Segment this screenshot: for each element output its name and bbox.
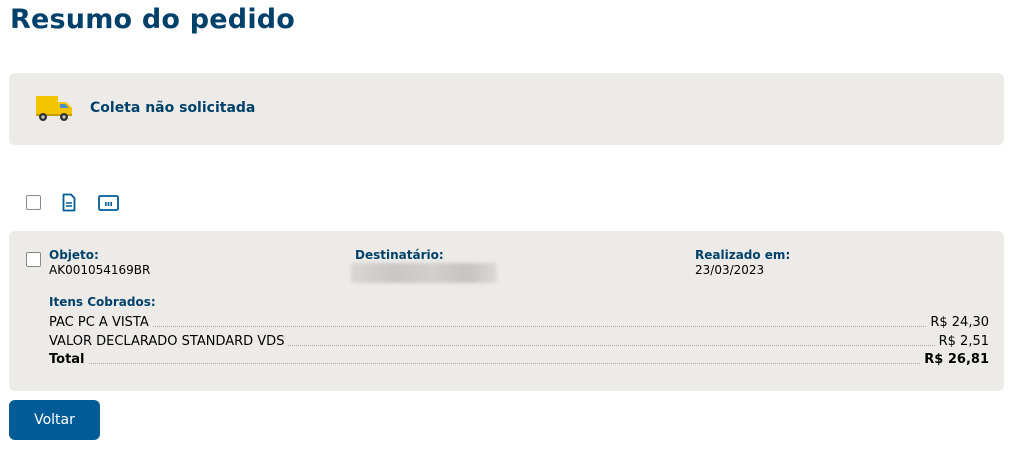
date-value: 23/03/2023 (695, 263, 765, 277)
recipient-value-redacted (351, 263, 497, 283)
items-label: Itens Cobrados: (49, 295, 156, 309)
item-amount: R$ 2,51 (938, 334, 989, 349)
total-label: Total (49, 352, 85, 367)
dotted-leader (288, 345, 935, 346)
select-all-checkbox[interactable] (26, 195, 41, 210)
total-row: Total R$ 26,81 (49, 349, 989, 367)
document-icon[interactable] (62, 193, 76, 212)
barcode-label-icon[interactable] (98, 195, 119, 211)
dotted-leader (88, 363, 921, 364)
list-item: PAC PC A VISTA R$ 24,30 (49, 312, 989, 330)
date-label: Realizado em: (695, 248, 791, 262)
delivery-truck-icon (36, 96, 72, 121)
order-card: Objeto: AK001054169BR Destinatário: Real… (9, 231, 1004, 391)
list-item: VALOR DECLARADO STANDARD VDS R$ 2,51 (49, 331, 989, 349)
back-button[interactable]: Voltar (9, 400, 100, 440)
recipient-label: Destinatário: (355, 248, 444, 262)
collection-status-panel: Coleta não solicitada (9, 73, 1004, 145)
dotted-leader (152, 326, 927, 327)
total-amount: R$ 26,81 (924, 352, 989, 367)
page-title: Resumo do pedido (10, 4, 296, 35)
object-label: Objeto: (49, 248, 99, 262)
item-name: PAC PC A VISTA (49, 315, 149, 330)
order-select-checkbox[interactable] (26, 252, 41, 267)
collection-status-text: Coleta não solicitada (90, 100, 256, 116)
item-amount: R$ 24,30 (930, 315, 989, 330)
item-name: VALOR DECLARADO STANDARD VDS (49, 334, 285, 349)
object-value: AK001054169BR (49, 263, 151, 277)
